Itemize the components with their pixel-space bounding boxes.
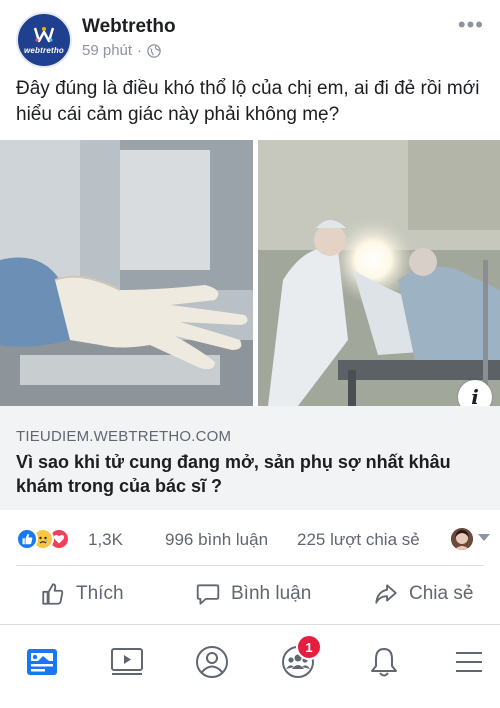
profile-icon[interactable] — [190, 640, 234, 684]
menu-icon[interactable] — [447, 640, 491, 684]
like-label: Thích — [76, 583, 124, 604]
comment-icon — [196, 584, 220, 605]
viewer-avatar[interactable] — [451, 528, 473, 550]
globe-icon — [147, 43, 161, 58]
post-text: Đây đúng là điều khó thổ lộ của chị em, … — [16, 78, 480, 125]
reactions-bar: 1,3K 996 bình luận 225 lượt chia sẻ — [0, 520, 500, 558]
groups-badge: 1 — [296, 634, 322, 660]
share-label: Chia sẻ — [409, 583, 474, 604]
link-domain: TIEUDIEM.WEBTRETHO.COM — [16, 428, 232, 445]
post-header: webtretho Webtretho 59 phút · ••• — [0, 0, 500, 70]
divider — [0, 624, 500, 625]
comment-button[interactable]: Bình luận — [195, 566, 311, 622]
thumbs-up-icon — [42, 583, 64, 605]
link-preview-images[interactable]: i — [0, 140, 500, 414]
comment-label: Bình luận — [231, 583, 312, 604]
more-options-icon[interactable]: ••• — [458, 14, 484, 36]
share-button[interactable]: Chia sẻ — [373, 566, 473, 622]
post-actions: Thích Bình luận Chia sẻ — [0, 566, 500, 622]
avatar-logo-text: webtretho — [23, 45, 65, 55]
comment-count[interactable]: 996 bình luận — [165, 530, 268, 550]
page-name[interactable]: Webtretho — [82, 16, 176, 38]
bottom-navigation: 1 — [0, 626, 500, 696]
post-meta: 59 phút · — [82, 42, 161, 59]
reaction-count[interactable]: 1,3K — [88, 530, 123, 550]
link-title: Vì sao khi tử cung đang mở, sản phụ sợ n… — [16, 452, 451, 496]
reaction-icons[interactable] — [16, 528, 80, 550]
page-avatar[interactable]: webtretho — [16, 12, 72, 68]
meta-separator: · — [137, 42, 143, 59]
groups-icon[interactable]: 1 — [276, 634, 322, 684]
webtretho-logo-icon — [33, 26, 55, 42]
post-time[interactable]: 59 phút — [82, 42, 132, 59]
link-preview[interactable]: TIEUDIEM.WEBTRETHO.COM Vì sao khi tử cun… — [0, 406, 500, 510]
news-feed-icon[interactable] — [20, 640, 64, 684]
delivery-room-image — [258, 140, 500, 406]
share-count[interactable]: 225 lượt chia sẻ — [297, 530, 420, 550]
watch-icon[interactable] — [105, 640, 149, 684]
gloves-image — [0, 140, 253, 406]
like-button[interactable]: Thích — [40, 566, 124, 622]
chevron-down-icon[interactable] — [478, 534, 490, 541]
share-icon — [375, 584, 397, 604]
like-reaction-icon — [16, 528, 38, 550]
notifications-icon[interactable] — [362, 640, 406, 684]
